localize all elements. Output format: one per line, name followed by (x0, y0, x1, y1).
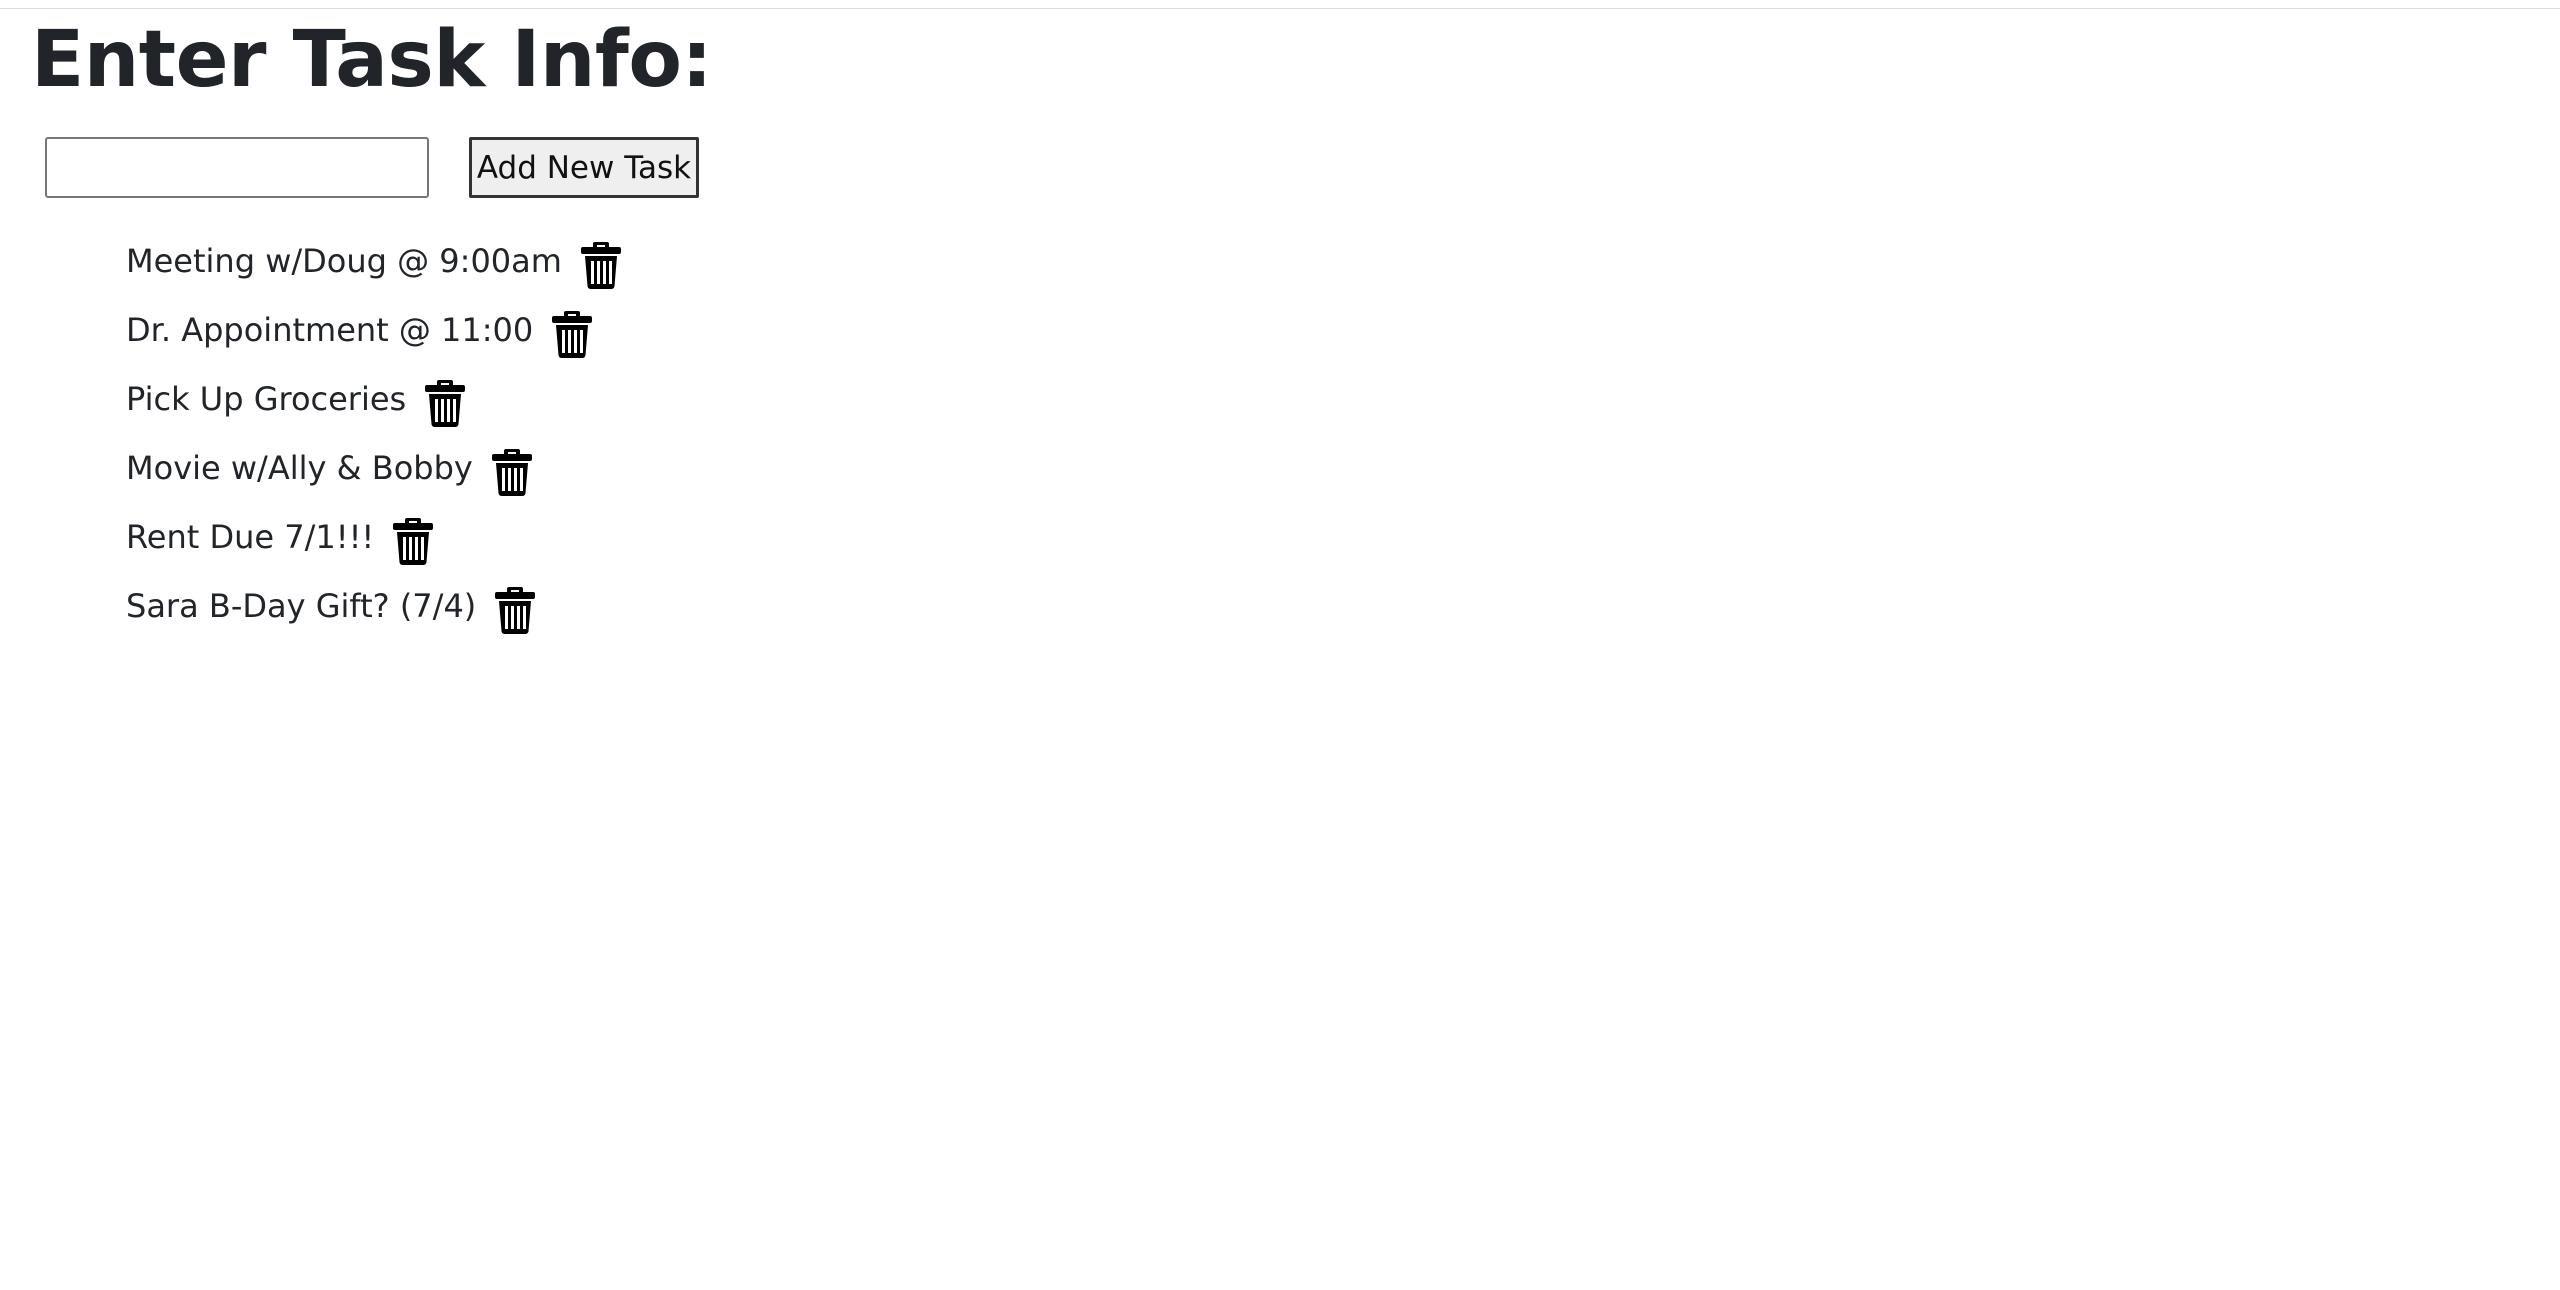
task-list: Meeting w/Doug @ 9:00am Dr. Appointment … (126, 226, 622, 640)
task-text: Meeting w/Doug @ 9:00am (126, 241, 562, 280)
top-border-divider (0, 8, 2560, 9)
task-item: Sara B-Day Gift? (7/4) (126, 571, 622, 640)
task-text: Dr. Appointment @ 11:00 (126, 310, 534, 349)
task-item: Movie w/Ally & Bobby (126, 433, 622, 502)
trash-icon[interactable] (494, 586, 536, 634)
task-item: Rent Due 7/1!!! (126, 502, 622, 571)
task-item: Dr. Appointment @ 11:00 (126, 295, 622, 364)
trash-icon[interactable] (551, 310, 593, 358)
task-text: Pick Up Groceries (126, 379, 407, 418)
task-text: Rent Due 7/1!!! (126, 517, 375, 556)
task-input[interactable] (45, 137, 429, 198)
task-item: Meeting w/Doug @ 9:00am (126, 226, 622, 295)
page-title: Enter Task Info: (31, 15, 713, 105)
add-new-task-button[interactable]: Add New Task (469, 137, 699, 198)
trash-icon[interactable] (580, 241, 622, 289)
trash-icon[interactable] (491, 448, 533, 496)
task-item: Pick Up Groceries (126, 364, 622, 433)
trash-icon[interactable] (392, 517, 434, 565)
trash-icon[interactable] (424, 379, 466, 427)
task-text: Movie w/Ally & Bobby (126, 448, 473, 487)
task-text: Sara B-Day Gift? (7/4) (126, 586, 477, 625)
